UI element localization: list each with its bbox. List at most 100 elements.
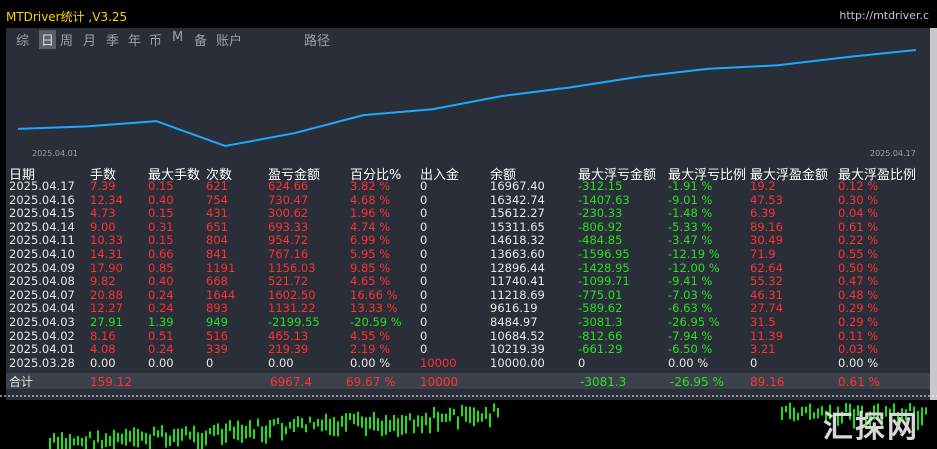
x-tick-label-start: 2025.04.01 [32,149,78,158]
balance-curve-line [17,49,917,148]
table-cell-date: 2025.04.15 [9,206,75,221]
table-cell-mfpp: 0.61 % [838,219,879,234]
table-cell-io: 0 [420,179,428,193]
table-cell-max_lots: 0.40 [148,192,174,207]
table-cell-pct: 9.85 % [350,260,391,275]
table-cell-date: 2025.04.07 [9,287,75,302]
table-cell-pct: 1.96 % [350,206,391,221]
table-row: 2025.04.01 4.08 0.24 339 219.39 2.19 % 0 10219.… [6,343,930,357]
table-cell-count: 668 [206,274,228,289]
table-cell-date: 2025.04.09 [9,260,75,275]
table-cell-io: 0 [420,301,428,316]
table-cell-mfl: -3081.3 [578,314,623,329]
table-cell-max_lots: 0.24 [148,301,174,316]
table-row: 2025.04.10 14.31 0.66 841 767.16 5.95 % 0 13663… [6,246,930,262]
right-scroll-strip[interactable] [930,28,937,400]
table-cell-count: 893 [206,301,228,316]
tab-2[interactable]: 周 [60,30,73,49]
table-row: 2025.04.14 9.00 0.31 651 693.33 4.74 % 0 15311.… [6,219,930,235]
table-cell-mfl: -312.15 [578,179,623,193]
tab-0[interactable]: 综 [16,30,29,49]
table-header: 日期 手数 最大手数 次数 盈亏金额 百分比% 出入金 余额 最大浮亏金额 最大浮亏比例 最大浮盈金… [6,164,930,183]
table-row: 2025.04.03 27.91 1.39 949 -2199.55 -20.59 % 0 8… [6,314,930,330]
table-cell-pnl: 300.62 [268,206,309,221]
table-cell-mfp: 3.21 [750,342,776,357]
table-cell-count: 339 [206,342,228,357]
table-cell-pnl: 1131.22 [268,301,316,316]
tab-10[interactable]: 路径 [304,30,330,49]
table-cell-mfp: 55.32 [750,274,783,289]
period-tabs: 综日周月季年币 M 备账户 路径 [6,28,930,50]
table-cell-mfpp: 0.29 % [838,314,879,329]
tab-1[interactable]: 日 [39,30,57,49]
table-cell-io: 0 [420,328,428,343]
table-cell-mfl: -775.01 [578,287,623,302]
tab-9[interactable]: 账户 [216,30,242,49]
table-cell-balance: 10000.00 [490,355,545,370]
table-cell-mfl: -806.92 [578,219,623,234]
table-cell-balance: 15311.65 [490,219,545,234]
table-cell-mfpp: 0.11 % [838,328,879,343]
table-cell-pnl: 521.72 [268,274,309,289]
table-cell-lots: 7.39 [90,179,116,193]
tab-6[interactable]: 币 [149,30,162,49]
tab-3[interactable]: 月 [83,30,96,49]
tab-4[interactable]: 季 [106,30,119,49]
table-cell-count: 621 [206,179,228,193]
x-tick-label-end: 2025.04.17 [870,149,916,158]
table-cell-balance: 12896.44 [490,260,545,275]
table-cell-mfpp: 0.55 % [838,246,879,261]
table-cell-io: 0 [420,219,428,234]
tab-8[interactable]: 备 [194,30,207,49]
table-cell-io: 0 [420,246,428,261]
table-cell-lots: 9.00 [90,219,116,234]
app-url-link[interactable]: http://mtdriver.c [839,9,929,22]
table-cell-count: 1191 [206,260,236,275]
table-cell-max_lots: 0.66 [148,246,174,261]
table-cell-balance: 8484.97 [490,314,538,329]
table-cell-io: 0 [420,206,428,221]
table-row: 2025.04.08 9.82 0.40 668 521.72 4.65 % 0 11740.… [6,275,930,289]
table-cell-lots: 27.91 [90,314,123,329]
balance-curve-chart: 2025.04.01 2025.04.17 [17,49,917,158]
table-cell-mfp: 6.39 [750,206,776,221]
table-cell-date: 2025.04.10 [9,246,75,261]
tab-7[interactable]: M [172,30,183,45]
table-cell-pct: 4.55 % [350,328,391,343]
price-chart-background [0,395,937,449]
table-cell-lots: 12.27 [90,301,123,316]
table-cell-pnl: 954.72 [268,233,309,248]
table-cell-date: 2025.04.14 [9,219,75,234]
table-cell-balance: 15612.27 [490,206,545,221]
table-cell-mfp: 11.39 [750,328,783,343]
table-cell-mfpp: 0.12 % [838,179,879,193]
table-cell-pct: 5.95 % [350,246,391,261]
table-cell-pct: 3.82 % [350,179,391,193]
table-cell-lots: 4.73 [90,206,116,221]
table-cell-max_lots: 0.51 [148,328,174,343]
table-cell-pct: 2.19 % [350,342,391,357]
table-cell-pct: 4.68 % [350,192,391,207]
table-cell-pnl: -2199.55 [268,314,320,329]
table-cell-lots: 17.90 [90,260,123,275]
table-cell-balance: 10219.39 [490,342,545,357]
table-cell-mfl: -1099.71 [578,274,630,289]
table-cell-pct: 6.99 % [350,233,391,248]
table-cell-mflp: -5.33 % [668,219,713,234]
table-cell-mfl: -1407.63 [578,192,630,207]
table-cell-lots: 0.00 [90,355,116,370]
table-cell-date: 2025.04.17 [9,179,75,193]
table-row: 2025.04.17 7.39 0.15 621 624.66 3.82 % 0 16967.… [6,179,930,194]
table-cell-mfl: -230.33 [578,206,623,221]
table-cell-mflp: -9.41 % [668,274,713,289]
table-cell-date: 2025.04.01 [9,342,75,357]
table-cell-max_lots: 0.24 [148,287,174,302]
tab-5[interactable]: 年 [128,30,141,49]
table-row: 2025.04.07 20.88 0.24 1644 1602.50 16.66 % 0 11… [6,287,930,303]
table-cell-date: 2025.03.28 [9,355,75,370]
table-cell-balance: 16342.74 [490,192,545,207]
table-cell-max_lots: 0.24 [148,342,174,357]
table-row: 2025.04.09 17.90 0.85 1191 1156.03 9.85 % 0 128… [6,260,930,276]
table-cell-lots: 4.08 [90,342,116,357]
table-cell-date: 2025.04.08 [9,274,75,289]
